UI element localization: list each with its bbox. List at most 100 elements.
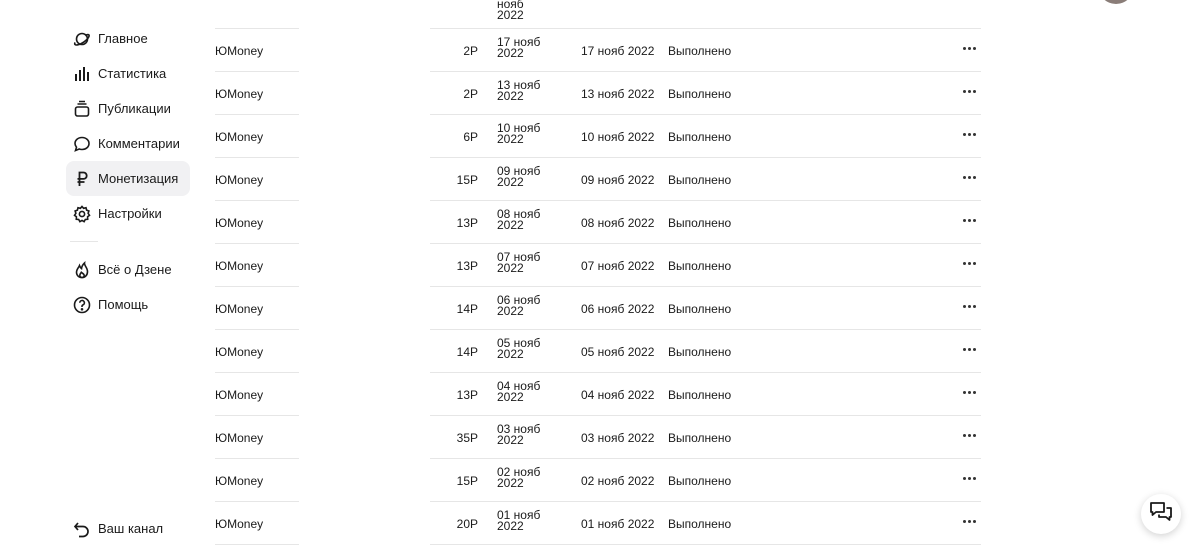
sidebar-item-settings[interactable]: Настройки bbox=[66, 196, 190, 231]
your-channel-link[interactable]: Ваш канал bbox=[66, 511, 190, 546]
sidebar-item-label: Всё о Дзене bbox=[98, 262, 172, 277]
sidebar-item-label: Монетизация bbox=[98, 171, 179, 186]
table-row: ЮMoney 14Р 05 нояб 2022 05 нояб 2022 Выполнен… bbox=[215, 330, 981, 373]
more-icon bbox=[962, 519, 976, 523]
more-options-button[interactable] bbox=[961, 253, 977, 273]
recipient-cell: ЮMoney bbox=[215, 388, 264, 402]
table-row: ЮMoney 14Р 06 нояб 2022 06 нояб 2022 Выполнен… bbox=[215, 287, 981, 330]
chat-button[interactable] bbox=[1141, 494, 1181, 534]
table-row: ЮMoney 13Р 04 нояб 2022 04 нояб 2022 Выполнен… bbox=[215, 373, 981, 416]
more-icon bbox=[962, 132, 976, 136]
sidebar-item-main[interactable]: Главное bbox=[66, 21, 190, 56]
more-options-button[interactable] bbox=[961, 425, 977, 445]
sidebar-item-label: Комментарии bbox=[98, 136, 180, 151]
recipient-cell: ЮMoney bbox=[215, 517, 264, 531]
amount-cell: 14Р bbox=[456, 302, 478, 316]
date-cell: 06 нояб 2022 bbox=[497, 294, 540, 318]
status-cell: Выполнено bbox=[668, 173, 732, 187]
more-options-button[interactable] bbox=[961, 38, 977, 58]
amount-cell: 2Р bbox=[463, 87, 478, 101]
more-icon bbox=[962, 89, 976, 93]
more-options-button[interactable] bbox=[961, 81, 977, 101]
sidebar-item-comments[interactable]: Комментарии bbox=[66, 126, 190, 161]
recipient-cell: ЮMoney bbox=[215, 87, 264, 101]
date-line-2: 2022 bbox=[497, 476, 524, 490]
sidebar-item-about-dzen[interactable]: Всё о Дзене bbox=[66, 252, 190, 287]
status-cell: Выполнено bbox=[668, 130, 732, 144]
more-icon bbox=[962, 46, 976, 50]
amount-cell: 2Р bbox=[463, 44, 478, 58]
more-icon bbox=[962, 261, 976, 265]
sidebar-item-label: Публикации bbox=[98, 101, 171, 116]
date-cell: 01 нояб 2022 bbox=[497, 509, 540, 532]
table-row: ЮMoney 6Р 10 нояб 2022 10 нояб 2022 Выполнено bbox=[215, 115, 981, 158]
date-line-2: 2022 bbox=[497, 347, 524, 361]
date-line-2: 2022 bbox=[497, 261, 524, 275]
status-cell: Выполнено bbox=[668, 431, 732, 445]
date-cell: 13 нояб 2022 bbox=[497, 79, 540, 102]
more-options-button[interactable] bbox=[961, 382, 977, 402]
amount-cell: 6Р bbox=[463, 130, 478, 144]
recipient-cell: ЮMoney bbox=[215, 130, 264, 144]
date-cell: 02 нояб 2022 bbox=[497, 466, 540, 490]
more-options-button[interactable] bbox=[961, 339, 977, 359]
recipient-cell: ЮMoney bbox=[215, 345, 264, 359]
more-options-button[interactable] bbox=[961, 210, 977, 230]
amount-cell: 13Р bbox=[456, 388, 478, 402]
table-row-partial: нояб 2022 bbox=[215, 0, 981, 29]
gear-icon bbox=[72, 204, 92, 224]
amount-cell: 13Р bbox=[456, 216, 478, 230]
recipient-cell: ЮMoney bbox=[215, 259, 264, 273]
date-line-2: 2022 bbox=[497, 175, 524, 189]
table-row: ЮMoney 13Р 07 нояб 2022 07 нояб 2022 Выполнен… bbox=[215, 244, 981, 287]
date-cell: нояб 2022 bbox=[497, 0, 524, 21]
status-cell: Выполнено bbox=[668, 517, 732, 531]
status-cell: Выполнено bbox=[668, 302, 732, 316]
row-divider bbox=[430, 544, 981, 545]
sidebar-item-publications[interactable]: Публикации bbox=[66, 91, 190, 126]
more-options-button[interactable] bbox=[961, 468, 977, 488]
processed-date-cell: 17 нояб 2022 bbox=[581, 44, 655, 58]
avatar[interactable] bbox=[1098, 0, 1134, 4]
date-cell: 09 нояб 2022 bbox=[497, 165, 540, 189]
sidebar-item-stats[interactable]: Статистика bbox=[66, 56, 190, 91]
row-divider bbox=[215, 544, 299, 545]
status-cell: Выполнено bbox=[668, 259, 732, 273]
processed-date-cell: 10 нояб 2022 bbox=[581, 130, 655, 144]
sidebar-bottom: Ваш канал bbox=[66, 511, 190, 546]
date-cell: 03 нояб 2022 bbox=[497, 423, 540, 446]
more-options-button[interactable] bbox=[961, 511, 977, 531]
table-row: ЮMoney 35Р 03 нояб 2022 03 нояб 2022 Выполнен… bbox=[215, 416, 981, 459]
date-cell: 17 нояб 2022 bbox=[497, 36, 540, 59]
date-cell: 10 нояб 2022 bbox=[497, 122, 540, 146]
sidebar-divider bbox=[70, 241, 98, 242]
more-icon bbox=[962, 390, 976, 394]
date-cell: 04 нояб 2022 bbox=[497, 380, 540, 404]
more-icon bbox=[962, 433, 976, 437]
processed-date-cell: 04 нояб 2022 bbox=[581, 388, 655, 402]
date-line-2: 2022 bbox=[497, 304, 524, 318]
help-icon bbox=[72, 295, 92, 315]
processed-date-cell: 09 нояб 2022 bbox=[581, 173, 655, 187]
date-line-2: 2022 bbox=[497, 132, 524, 146]
date-line-2: 2022 bbox=[497, 390, 524, 404]
sidebar-item-monetization[interactable]: Монетизация bbox=[66, 161, 190, 196]
date-cell: 07 нояб 2022 bbox=[497, 251, 540, 275]
processed-date-cell: 06 нояб 2022 bbox=[581, 302, 655, 316]
back-arrow-icon bbox=[72, 519, 92, 539]
more-options-button[interactable] bbox=[961, 124, 977, 144]
sidebar-item-label: Главное bbox=[98, 31, 148, 46]
more-options-button[interactable] bbox=[961, 296, 977, 316]
amount-cell: 15Р bbox=[456, 173, 478, 187]
date-cell: 08 нояб 2022 bbox=[497, 208, 540, 231]
table-row: ЮMoney 15Р 02 нояб 2022 02 нояб 2022 Выполнен… bbox=[215, 459, 981, 502]
processed-date-cell: 07 нояб 2022 bbox=[581, 259, 655, 273]
table-row: ЮMoney 20Р 01 нояб 2022 01 нояб 2022 Выполнен… bbox=[215, 502, 981, 545]
more-options-button[interactable] bbox=[961, 167, 977, 187]
payouts-table: нояб 2022 ЮMoney 2Р 17 нояб 2022 17 нояб 202… bbox=[215, 0, 981, 545]
sidebar-item-help[interactable]: Помощь bbox=[66, 287, 190, 322]
date-line-2: 2022 bbox=[497, 8, 524, 22]
recipient-cell: ЮMoney bbox=[215, 474, 264, 488]
amount-cell: 14Р bbox=[456, 345, 478, 359]
processed-date-cell: 03 нояб 2022 bbox=[581, 431, 655, 445]
